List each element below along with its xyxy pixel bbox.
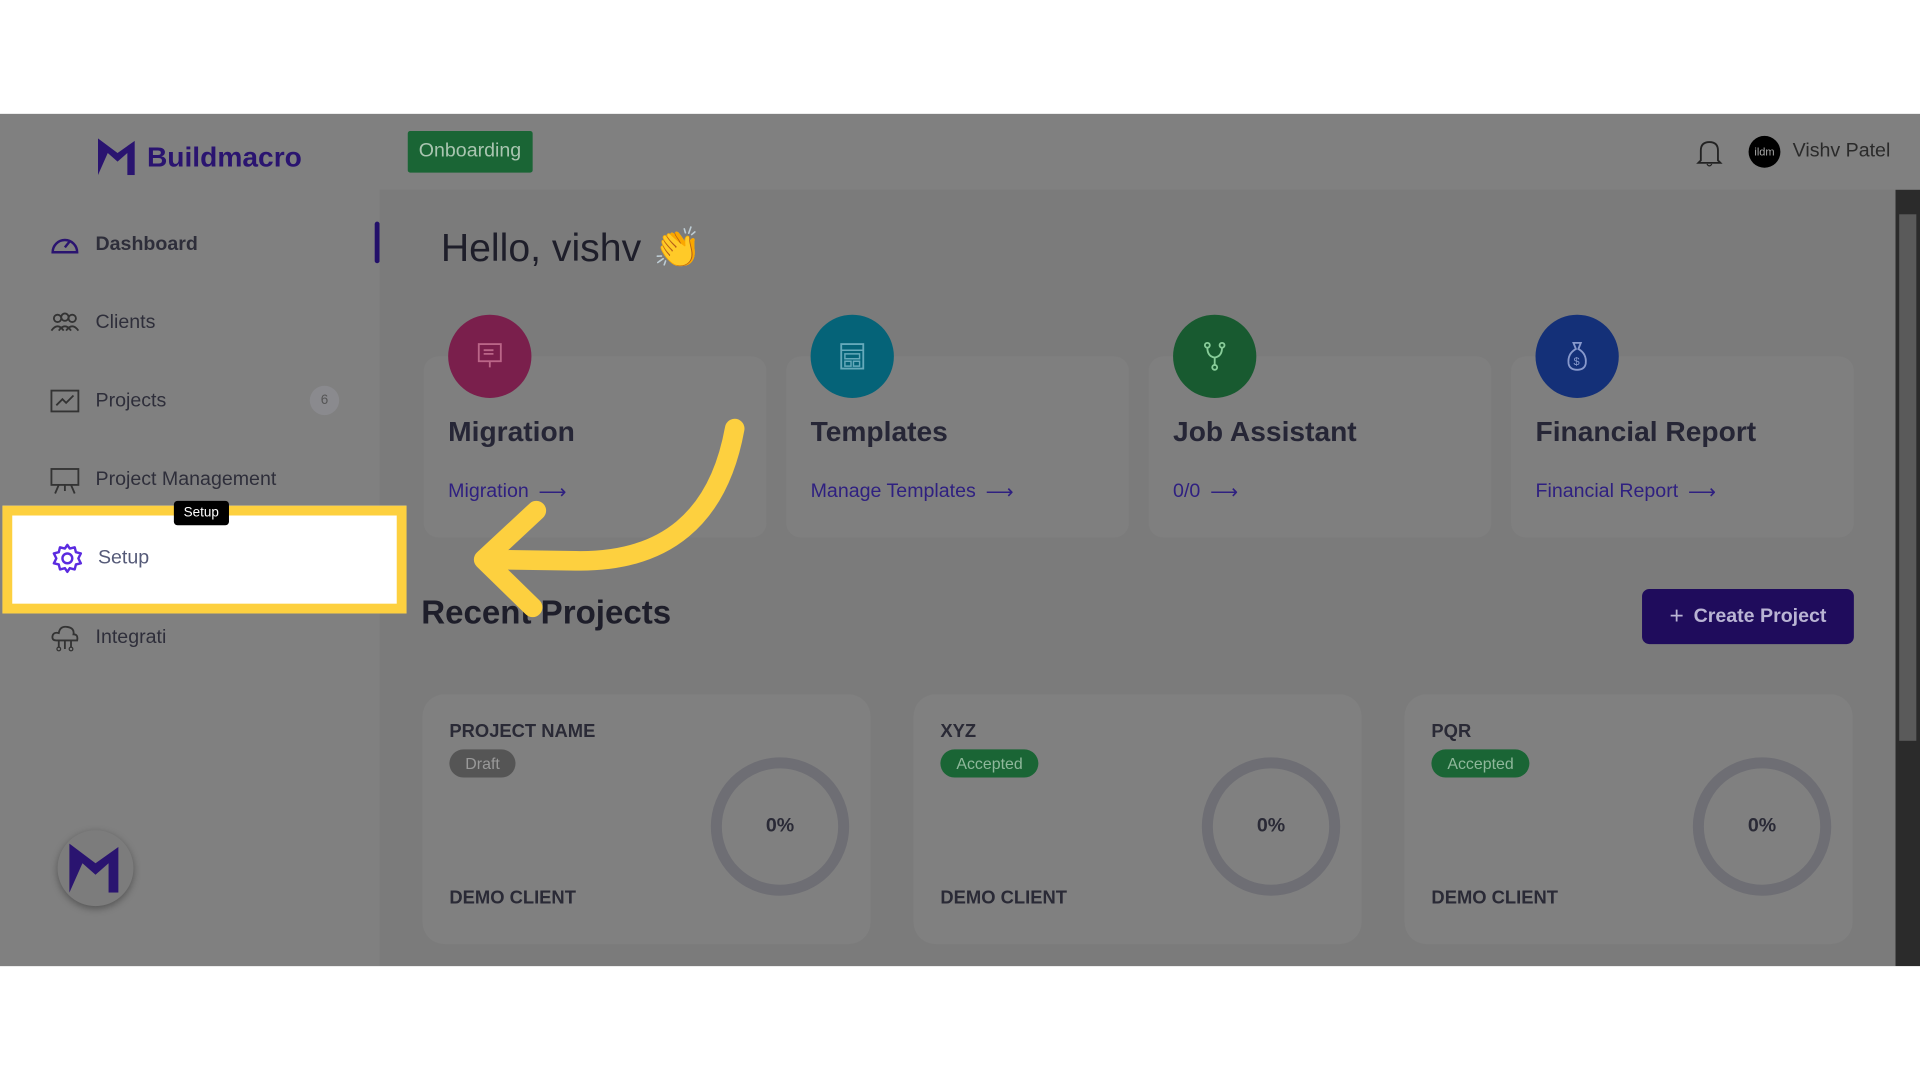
- top-header: Onboarding ildm Vishv Patel: [379, 113, 1920, 190]
- sidebar-item-projects[interactable]: Projects: [49, 386, 166, 418]
- buildmacro-logo-icon: [97, 138, 135, 176]
- sidebar-item-setup[interactable]: Setup: [51, 542, 149, 574]
- plus-icon: +: [1669, 602, 1684, 630]
- presentation-icon: [50, 468, 80, 494]
- feature-card-migration[interactable]: Migration Migration ⟶: [423, 314, 767, 538]
- brand-logo[interactable]: Buildmacro: [97, 138, 302, 176]
- buildmacro-logo-icon: [69, 843, 119, 893]
- status-badge: Accepted: [1431, 749, 1530, 778]
- dashboard-content: Hello, vishv 👏 Migration Migration ⟶ Templ…: [379, 189, 1896, 967]
- progress-percent: 0%: [1747, 815, 1777, 837]
- bell-icon[interactable]: [1696, 138, 1723, 167]
- feature-title: Job Assistant: [1173, 415, 1357, 447]
- arrow-right-icon: ⟶: [538, 482, 567, 504]
- status-badge: Draft: [449, 749, 516, 778]
- sidebar-item-label: Projects: [95, 390, 167, 412]
- users-icon: [50, 312, 80, 332]
- progress-percent: 0%: [1256, 815, 1286, 837]
- brand-name: Buildmacro: [146, 140, 302, 173]
- waving-hand-icon: 👏: [653, 225, 703, 270]
- create-project-button[interactable]: + Create Project: [1642, 588, 1854, 645]
- avatar[interactable]: ildm: [1748, 135, 1781, 168]
- feature-title: Templates: [810, 415, 948, 447]
- status-badge: Accepted: [940, 749, 1039, 778]
- feature-link[interactable]: Financial Report ⟶: [1536, 480, 1717, 504]
- feature-link[interactable]: 0/0 ⟶: [1173, 480, 1238, 504]
- sidebar-item-dashboard[interactable]: Dashboard: [49, 229, 198, 261]
- project-name: PROJECT NAME: [449, 721, 596, 743]
- feature-title: Migration: [448, 415, 575, 447]
- project-card[interactable]: PQR Accepted 0% DEMO CLIENT: [1404, 694, 1853, 945]
- recent-projects-heading: Recent Projects: [421, 593, 672, 631]
- project-name: PQR: [1431, 721, 1472, 743]
- sidebar-item-label: Integrati: [95, 626, 167, 648]
- svg-text:$: $: [1573, 356, 1579, 368]
- tooltip: Setup: [173, 500, 229, 526]
- scrollbar[interactable]: [1895, 189, 1920, 967]
- sidebar-item-label: Project Management: [95, 468, 277, 490]
- client-name: DEMO CLIENT: [940, 887, 1067, 909]
- sidebar-item-integrations[interactable]: Integrati: [49, 622, 166, 654]
- user-name[interactable]: Vishv Patel: [1793, 141, 1891, 163]
- feature-link[interactable]: Manage Templates ⟶: [811, 480, 1014, 504]
- projects-count-badge: 6: [309, 385, 340, 416]
- sidebar-item-project-management[interactable]: Project Management: [49, 464, 276, 496]
- client-name: DEMO CLIENT: [449, 887, 576, 909]
- sidebar-item-label: Clients: [95, 312, 156, 334]
- gear-icon: [52, 543, 83, 574]
- onboarding-button[interactable]: Onboarding: [407, 131, 533, 173]
- feature-card-templates[interactable]: Templates Manage Templates ⟶: [786, 314, 1129, 538]
- feature-card-job-assistant[interactable]: Job Assistant 0/0 ⟶: [1148, 314, 1492, 538]
- project-card[interactable]: PROJECT NAME Draft 0% DEMO CLIENT: [422, 694, 871, 945]
- arrow-right-icon: ⟶: [985, 482, 1014, 504]
- progress-percent: 0%: [765, 815, 795, 837]
- feature-link[interactable]: Migration ⟶: [448, 480, 566, 504]
- arrow-right-icon: ⟶: [1210, 482, 1239, 504]
- chart-icon: [50, 389, 80, 413]
- sidebar-item-label: Dashboard: [95, 233, 198, 255]
- sidebar-item-clients[interactable]: Clients: [49, 307, 155, 339]
- migration-icon: [448, 314, 532, 398]
- gauge-icon: [51, 238, 79, 254]
- scrollbar-thumb[interactable]: [1899, 214, 1917, 741]
- money-bag-icon: $: [1535, 314, 1619, 398]
- cloud-network-icon: [51, 625, 79, 652]
- project-name: XYZ: [940, 721, 977, 743]
- feature-card-financial-report[interactable]: $ Financial Report Financial Report ⟶: [1511, 314, 1854, 538]
- client-name: DEMO CLIENT: [1431, 887, 1558, 909]
- sidebar-item-label: Setup: [97, 547, 150, 569]
- project-card[interactable]: XYZ Accepted 0% DEMO CLIENT: [913, 694, 1362, 945]
- page-title: Hello, vishv 👏: [440, 224, 703, 270]
- bottom-logo-button[interactable]: [57, 830, 134, 907]
- feature-title: Financial Report: [1535, 415, 1757, 447]
- job-assistant-icon: [1173, 314, 1257, 398]
- arrow-right-icon: ⟶: [1687, 482, 1717, 504]
- templates-icon: [810, 314, 894, 398]
